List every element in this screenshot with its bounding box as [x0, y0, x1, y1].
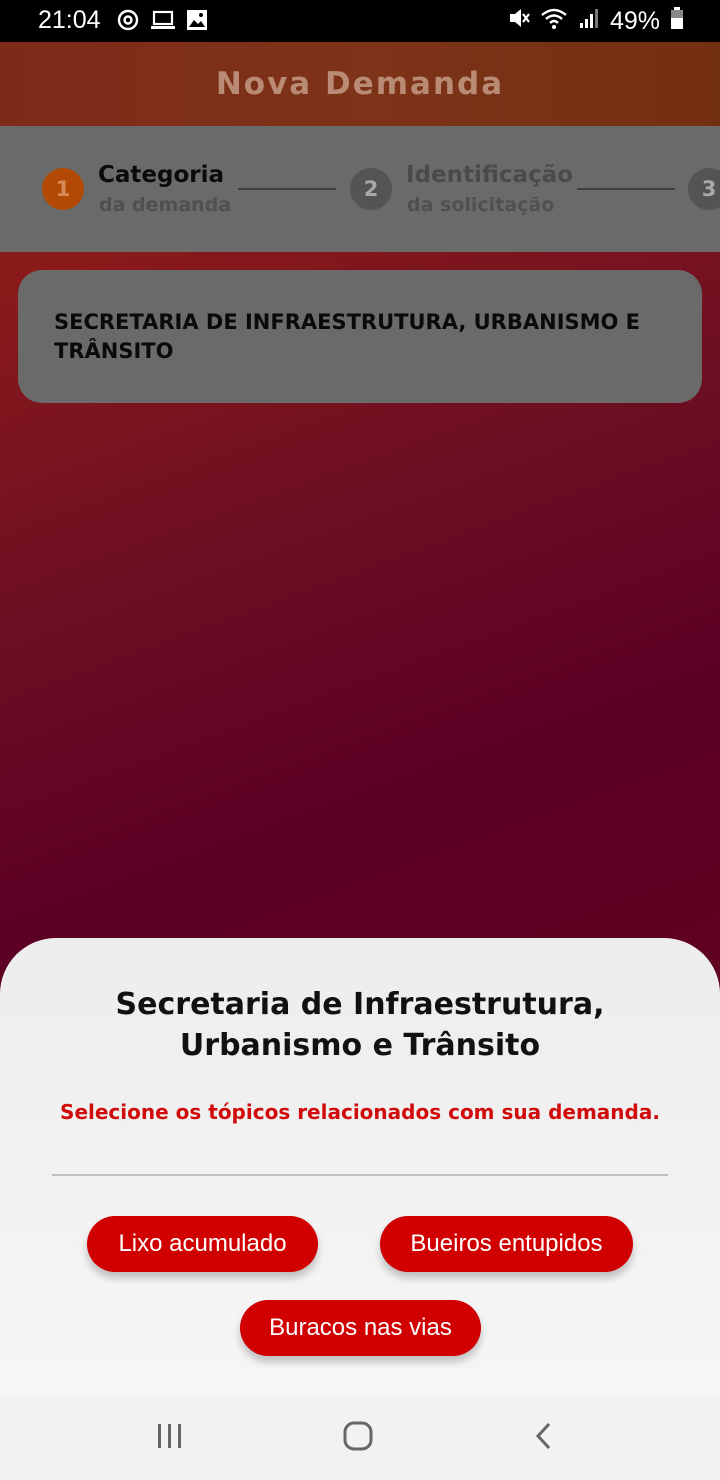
sheet-title-line-1: Secretaria de Infraestrutura, [115, 987, 605, 1022]
status-bar: 21:04 49% [0, 0, 720, 42]
back-button[interactable] [520, 1416, 568, 1460]
battery-icon [670, 6, 684, 37]
sync-icon [116, 8, 140, 39]
step-1-subtitle: da demanda [99, 194, 232, 216]
sheet-divider [52, 1174, 668, 1176]
laptop-icon [150, 9, 176, 38]
status-time: 21:04 [38, 6, 101, 34]
home-icon [342, 1420, 374, 1456]
back-icon [532, 1421, 556, 1455]
step-2-number: 2 [350, 168, 392, 210]
system-nav-bar [0, 1396, 720, 1480]
page-title: Nova Demanda [215, 66, 505, 102]
step-3-number: 3 [688, 168, 720, 210]
topic-chip-buracos-nas-vias[interactable]: Buracos nas vias [240, 1300, 481, 1356]
wifi-icon [540, 6, 568, 37]
topic-chip-lixo-acumulado[interactable]: Lixo acumulado [87, 1216, 318, 1272]
recent-apps-button[interactable] [146, 1416, 194, 1460]
app-header: Nova Demanda [0, 42, 720, 126]
step-1-title: Categoria [98, 162, 225, 188]
step-connector-1 [238, 188, 336, 190]
recent-apps-icon [155, 1422, 185, 1454]
step-2-subtitle: da solicitação [407, 194, 555, 216]
sheet-subtitle: Selecione os tópicos relacionados com su… [60, 1100, 660, 1124]
category-card-label: SECRETARIA DE INFRAESTRUTURA, URBANISMO … [54, 310, 641, 363]
topic-chip-bueiros-entupidos[interactable]: Bueiros entupidos [380, 1216, 633, 1272]
topics-bottom-sheet: Secretaria de Infraestrutura, Urbanismo … [0, 938, 720, 1396]
mute-icon [508, 6, 530, 37]
sheet-title-line-2: Urbanismo e Trânsito [179, 1028, 541, 1063]
stepper: 1 Categoria da demanda 2 Identificação d… [0, 126, 720, 252]
category-card[interactable]: SECRETARIA DE INFRAESTRUTURA, URBANISMO … [18, 270, 702, 403]
sheet-title: Secretaria de Infraestrutura, Urbanismo … [0, 984, 720, 1066]
step-1-number: 1 [42, 168, 84, 210]
battery-percentage: 49% [609, 7, 660, 35]
image-icon [186, 9, 208, 38]
home-button[interactable] [334, 1416, 382, 1460]
step-2-title: Identificação [406, 162, 574, 188]
step-connector-2 [577, 188, 675, 190]
signal-icon [578, 6, 600, 37]
